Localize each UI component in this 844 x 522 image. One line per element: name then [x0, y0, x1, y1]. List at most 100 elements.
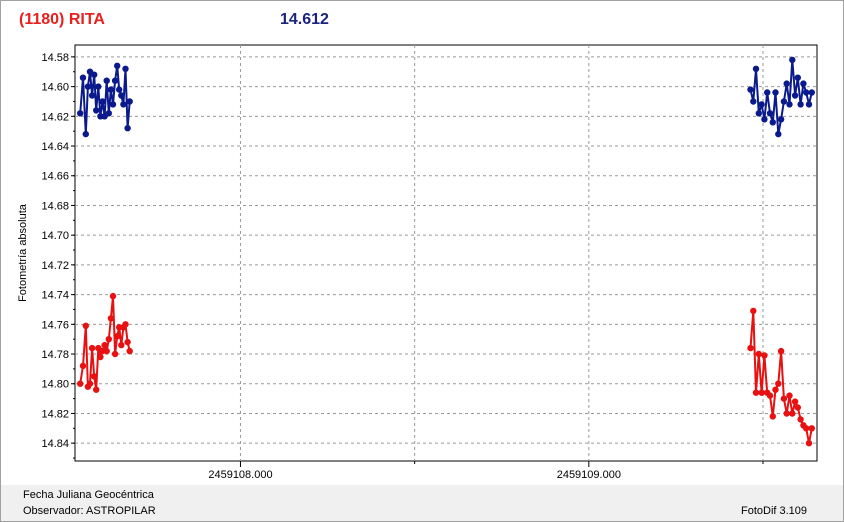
- data-point: [766, 110, 774, 117]
- plot-area: [74, 44, 818, 462]
- data-point: [786, 101, 793, 108]
- data-point: [800, 80, 807, 87]
- y-tick-label: 14.74: [41, 290, 69, 302]
- data-point: [769, 119, 776, 126]
- data-point: [79, 74, 87, 81]
- data-point: [777, 347, 785, 355]
- data-point: [109, 101, 117, 108]
- data-point: [82, 130, 90, 138]
- data-point: [789, 56, 796, 64]
- software-version: FotoDif 3.109: [741, 505, 808, 517]
- data-point: [797, 416, 804, 423]
- data-point: [111, 77, 119, 84]
- y-tick-label: 14.78: [41, 349, 69, 361]
- data-point: [88, 344, 96, 352]
- data-point: [82, 322, 90, 329]
- data-point: [88, 92, 96, 99]
- data-point: [93, 386, 100, 393]
- data-point: [126, 347, 133, 355]
- data-point: [105, 336, 113, 343]
- data-point: [107, 315, 115, 322]
- data-point: [780, 395, 788, 402]
- data-point: [794, 74, 801, 81]
- data-point: [786, 392, 793, 399]
- data-point: [105, 110, 113, 117]
- y-tick-label: 14.82: [41, 408, 69, 420]
- y-tick-label: 14.68: [41, 200, 69, 212]
- y-tick-label: 14.80: [41, 379, 69, 391]
- data-point: [752, 65, 760, 73]
- footer-bar: Fecha Juliana Geocéntrica Observador: AS…: [1, 485, 843, 521]
- data-point: [755, 110, 762, 117]
- data-point: [118, 341, 125, 349]
- data-point: [766, 392, 774, 399]
- data-point: [79, 362, 87, 370]
- data-point: [91, 373, 98, 380]
- data-point: [101, 341, 108, 349]
- data-point: [126, 98, 133, 105]
- x-tick-label: 2459108.000: [208, 469, 272, 481]
- data-point: [803, 425, 810, 432]
- data-point: [808, 89, 815, 96]
- data-point: [758, 389, 765, 396]
- y-tick-label: 14.66: [41, 171, 69, 183]
- photometry-window: (1180) RITA 14.612 14.58 14.60 14.62 14.64 1…: [0, 0, 844, 522]
- data-point: [107, 86, 115, 93]
- y-tick-label: 14.84: [41, 438, 69, 450]
- data-point: [791, 92, 799, 99]
- y-axis-label: Fotometría absoluta: [17, 203, 29, 302]
- y-tick-label: 14.60: [41, 82, 69, 94]
- y-tick-label: 14.72: [41, 260, 69, 272]
- data-point: [86, 380, 94, 387]
- data-point: [783, 410, 790, 417]
- data-point: [99, 98, 106, 105]
- data-point: [750, 307, 757, 315]
- data-point: [84, 83, 92, 90]
- data-point: [775, 380, 782, 387]
- data-point: [77, 380, 84, 387]
- data-point: [124, 338, 131, 346]
- data-point: [764, 89, 771, 96]
- data-point: [789, 410, 796, 417]
- y-tick-label: 14.62: [41, 111, 69, 123]
- x-tick-label: 2459109.000: [557, 469, 621, 481]
- data-point: [747, 86, 754, 93]
- data-point: [755, 350, 762, 358]
- data-point: [752, 389, 760, 396]
- data-point: [808, 425, 815, 432]
- light-curve-chart: 14.58 14.60 14.62 14.64 14.66 14.68 14.70 14.72…: [17, 44, 818, 481]
- data-point: [805, 440, 813, 447]
- y-tick-label: 14.70: [41, 230, 69, 242]
- data-point: [114, 333, 121, 340]
- data-point: [769, 413, 776, 420]
- data-point: [783, 80, 790, 87]
- data-point: [120, 101, 127, 108]
- data-point: [805, 101, 813, 108]
- data-point: [95, 83, 102, 90]
- data-point: [114, 62, 121, 69]
- data-point: [772, 89, 779, 96]
- data-point: [794, 404, 801, 411]
- y-tick-label: 14.76: [41, 319, 69, 331]
- data-point: [118, 92, 125, 99]
- data-point: [91, 71, 98, 78]
- data-point: [761, 352, 768, 359]
- data-point: [122, 65, 129, 73]
- data-point: [780, 98, 788, 105]
- y-tick-label: 14.58: [41, 52, 69, 64]
- data-point: [791, 398, 799, 405]
- data-point: [761, 116, 768, 123]
- data-point: [777, 116, 785, 123]
- y-tick-label: 14.64: [41, 141, 69, 153]
- data-point: [122, 321, 129, 328]
- data-point: [116, 86, 123, 93]
- data-point: [750, 98, 757, 105]
- data-point: [797, 101, 804, 108]
- data-point: [77, 110, 84, 117]
- x-axis-label: Fecha Juliana Geocéntrica: [23, 489, 154, 501]
- data-point: [109, 292, 117, 300]
- data-point: [124, 125, 131, 132]
- data-point: [775, 130, 782, 138]
- data-point: [97, 353, 104, 361]
- data-point: [103, 77, 110, 84]
